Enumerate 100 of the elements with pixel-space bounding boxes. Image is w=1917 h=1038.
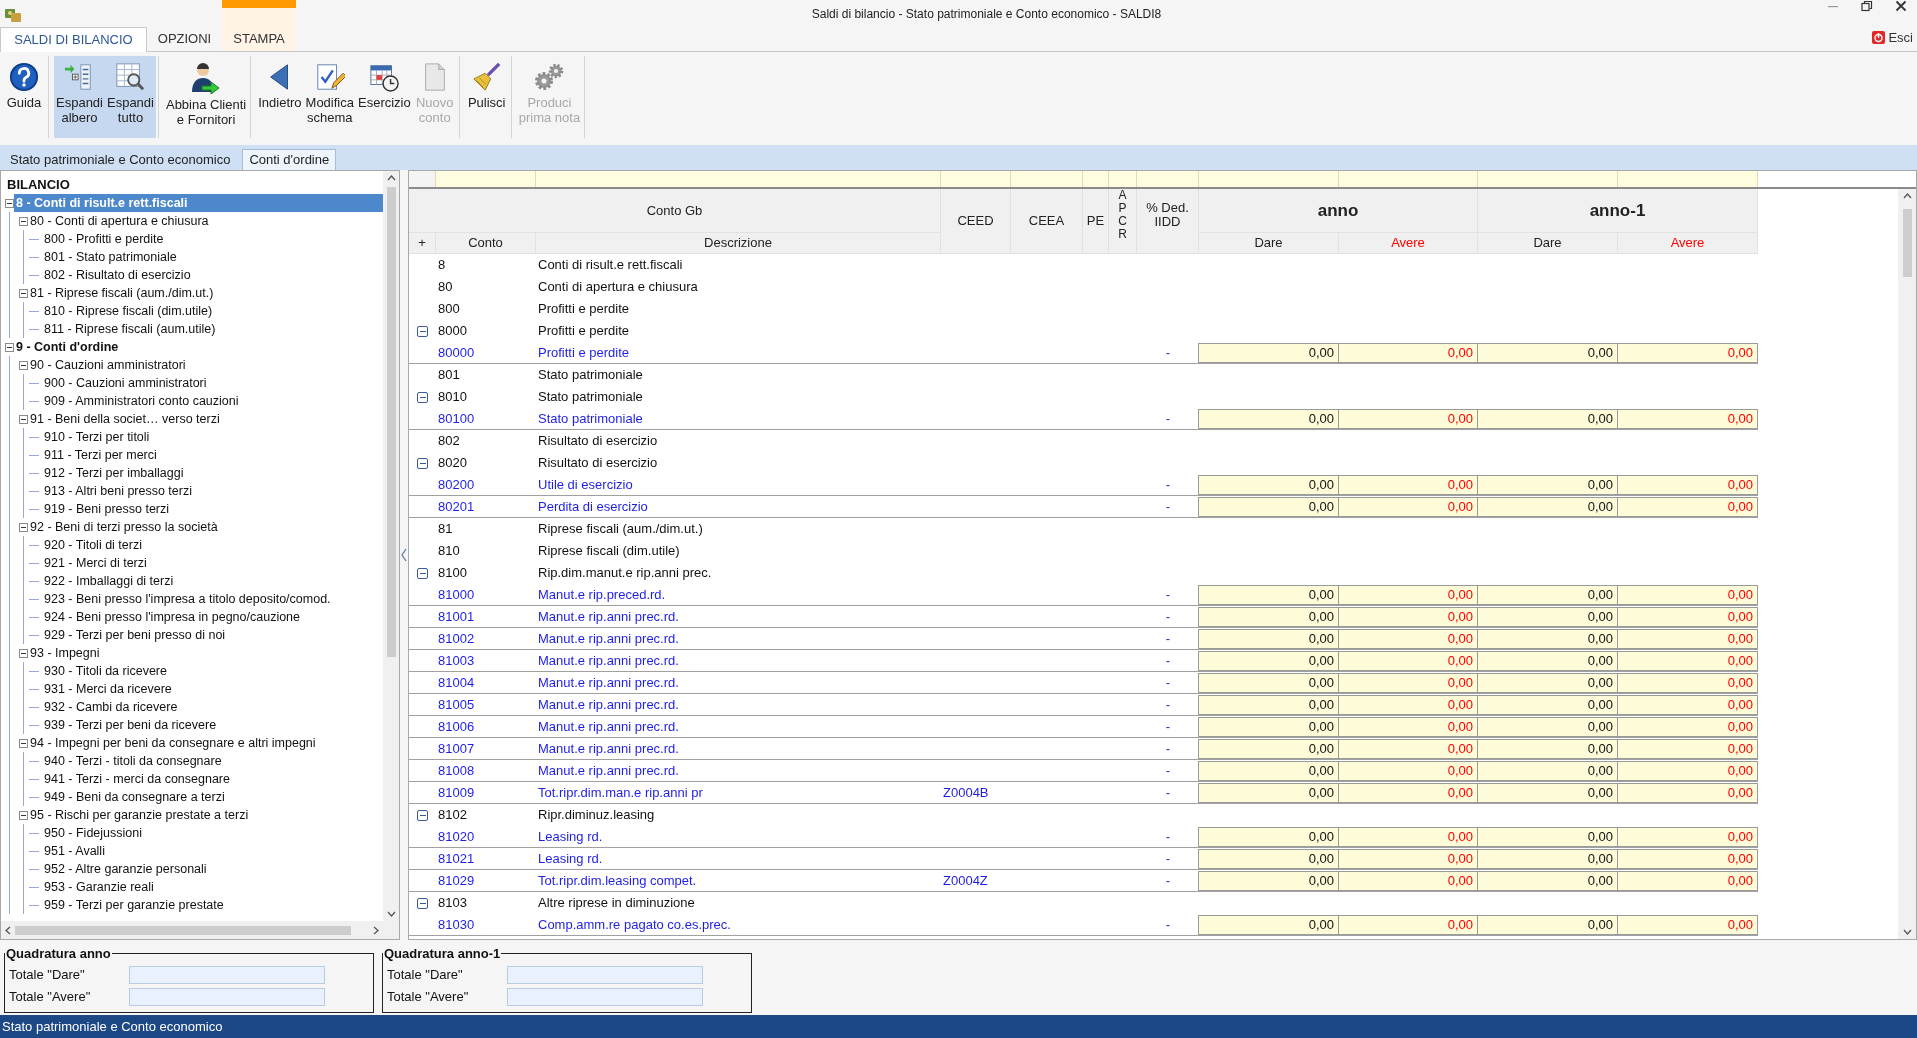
tree-item[interactable]: 913 - Altri beni presso terzi	[42, 481, 194, 501]
collapse-icon[interactable]	[19, 522, 28, 532]
horizontal-scrollbar[interactable]	[1, 921, 399, 939]
vertical-scrollbar[interactable]	[383, 171, 399, 921]
collapse-icon[interactable]	[417, 567, 428, 579]
collapse-icon[interactable]	[417, 325, 428, 337]
scrollbar-thumb[interactable]	[15, 925, 351, 935]
column-group-header[interactable]: Conto Gb	[409, 189, 941, 233]
tree-item[interactable]: 931 - Merci da ricevere	[42, 679, 174, 699]
collapse-icon[interactable]	[417, 457, 428, 469]
toolbar-button[interactable]: Esercizio	[356, 56, 413, 138]
collapse-icon[interactable]	[19, 414, 28, 424]
collapse-icon[interactable]	[417, 809, 428, 821]
filter-field[interactable]	[1478, 171, 1618, 187]
tree-item[interactable]: 929 - Terzi per beni presso di noi	[42, 625, 228, 645]
filter-field[interactable]	[941, 171, 1011, 187]
toolbar-button[interactable]: Modifica schema	[303, 56, 356, 138]
tree-item[interactable]: 912 - Terzi per imballaggi	[42, 463, 186, 483]
filter-field[interactable]	[1109, 171, 1137, 187]
tree-item[interactable]: 95 - Rischi per garanzie prestate a terzi	[28, 805, 251, 825]
tree-item[interactable]: 811 - Riprese fiscali (aum.utile)	[42, 319, 218, 339]
toolbar-button[interactable]: Pulisci	[464, 56, 509, 138]
collapse-icon[interactable]	[5, 342, 14, 352]
tree-item[interactable]: 800 - Profitti e perdite	[42, 229, 166, 249]
scrollbar-thumb[interactable]	[386, 187, 396, 657]
tree-item[interactable]: 8 - Conti di risult.e rett.fiscali	[14, 193, 383, 213]
toolbar-button[interactable]: Abbina Clienti e Fornitori	[163, 56, 249, 138]
column-header[interactable]: % Ded. IIDD	[1137, 189, 1199, 254]
tree-item[interactable]: 924 - Beni presso l'impresa in pegno/cauzione	[42, 607, 302, 627]
collapse-icon[interactable]	[417, 897, 428, 909]
tree-item[interactable]: 802 - Risultato di esercizio	[42, 265, 193, 285]
expand-all-button[interactable]: +	[409, 233, 436, 254]
filter-field[interactable]	[1137, 171, 1199, 187]
tree-item[interactable]: 900 - Cauzioni amministratori	[42, 373, 209, 393]
input-field[interactable]	[129, 987, 325, 1006]
tree-item[interactable]: 90 - Cauzioni amministratori	[28, 355, 188, 375]
tree-item[interactable]: 941 - Terzi - merci da consegnare	[42, 769, 232, 789]
column-header[interactable]: Dare	[1199, 233, 1339, 254]
tree-item[interactable]: 923 - Beni presso l'impresa a titolo deposito/comod.	[42, 589, 333, 609]
collapse-icon[interactable]	[19, 738, 28, 748]
document-tab[interactable]: Conti d'ordine	[242, 149, 337, 170]
column-header[interactable]: PE	[1083, 189, 1109, 254]
input-field[interactable]	[507, 965, 703, 984]
filter-field[interactable]	[1339, 171, 1478, 187]
tree-item[interactable]: 939 - Terzi per beni da ricevere	[42, 715, 219, 735]
tree-item[interactable]: 93 - Impegni	[28, 643, 102, 663]
tree-item[interactable]: 910 - Terzi per titoli	[42, 427, 152, 447]
tree-item[interactable]: 930 - Titoli da ricevere	[42, 661, 169, 681]
column-header[interactable]: Descrizione	[536, 233, 941, 254]
column-header[interactable]: Conto	[436, 233, 536, 254]
tree-item[interactable]: 810 - Riprese fiscali (dim.utile)	[42, 301, 215, 321]
document-tab[interactable]: Stato patrimoniale e Conto economico	[4, 149, 237, 170]
restore-icon[interactable]	[1861, 0, 1873, 12]
filter-field[interactable]	[436, 171, 536, 187]
exit-button[interactable]: Esci	[1872, 27, 1913, 47]
column-header[interactable]: Dare	[1478, 233, 1618, 254]
column-header[interactable]: Avere	[1339, 233, 1478, 254]
collapse-panel-icon[interactable]	[401, 548, 407, 562]
tree-item[interactable]: 801 - Stato patrimoniale	[42, 247, 179, 267]
filter-field[interactable]	[1083, 171, 1109, 187]
tree-item[interactable]: 909 - Amministratori conto cauzioni	[42, 391, 241, 411]
toolbar-button[interactable]: Indietro	[256, 56, 304, 138]
input-field[interactable]	[129, 965, 325, 984]
tree-item[interactable]: 921 - Merci di terzi	[42, 553, 149, 573]
tree-item[interactable]: 952 - Altre garanzie personali	[42, 859, 209, 879]
tree-item[interactable]: 951 - Avalli	[42, 841, 107, 861]
column-header[interactable]: CEED	[941, 189, 1011, 254]
tree-item[interactable]: 91 - Beni della societ… verso terzi	[28, 409, 222, 429]
collapse-icon[interactable]	[5, 198, 14, 208]
column-header[interactable]: CEEA	[1011, 189, 1083, 254]
input-field[interactable]	[507, 987, 703, 1006]
tree-item[interactable]: 9 - Conti d'ordine	[14, 337, 121, 357]
filter-field[interactable]	[1199, 171, 1339, 187]
column-header[interactable]: Avere	[1618, 233, 1758, 254]
vertical-scrollbar[interactable]	[1898, 189, 1916, 939]
collapse-icon[interactable]	[19, 216, 28, 226]
tree-item[interactable]: 959 - Terzi per garanzie prestate	[42, 895, 226, 915]
ribbon-tab[interactable]: SALDI DI BILANCIO	[0, 27, 147, 52]
toolbar-button[interactable]: Guida	[2, 56, 46, 138]
column-group-header[interactable]: anno	[1199, 189, 1478, 233]
tree-item[interactable]: 920 - Titoli di terzi	[42, 535, 144, 555]
filter-field[interactable]	[536, 171, 941, 187]
tree-item[interactable]: 80 - Conti di apertura e chiusura	[28, 211, 211, 231]
ribbon-tab[interactable]: STAMPA	[222, 27, 296, 51]
filter-field[interactable]	[1618, 171, 1758, 187]
column-group-header[interactable]: anno-1	[1478, 189, 1758, 233]
collapse-icon[interactable]	[19, 810, 28, 820]
toolbar-button[interactable]: Espandi tutto	[105, 56, 156, 138]
tree-item[interactable]: 911 - Terzi per merci	[42, 445, 159, 465]
tree-item[interactable]: 922 - Imballaggi di terzi	[42, 571, 176, 591]
tree-item[interactable]: 949 - Beni da consegnare a terzi	[42, 787, 227, 807]
ribbon-tab[interactable]: OPZIONI	[147, 27, 222, 51]
tree-item[interactable]: 932 - Cambi da ricevere	[42, 697, 180, 717]
tree-item[interactable]: 919 - Beni presso terzi	[42, 499, 172, 519]
tree-item[interactable]: 92 - Beni di terzi presso la società	[28, 517, 220, 537]
collapse-icon[interactable]	[19, 648, 28, 658]
toolbar-button[interactable]: Espandi albero	[54, 56, 105, 138]
collapse-icon[interactable]	[19, 288, 28, 298]
tree-item[interactable]: 950 - Fidejussioni	[42, 823, 144, 843]
tree-item[interactable]: 940 - Terzi - titoli da consegnare	[42, 751, 224, 771]
